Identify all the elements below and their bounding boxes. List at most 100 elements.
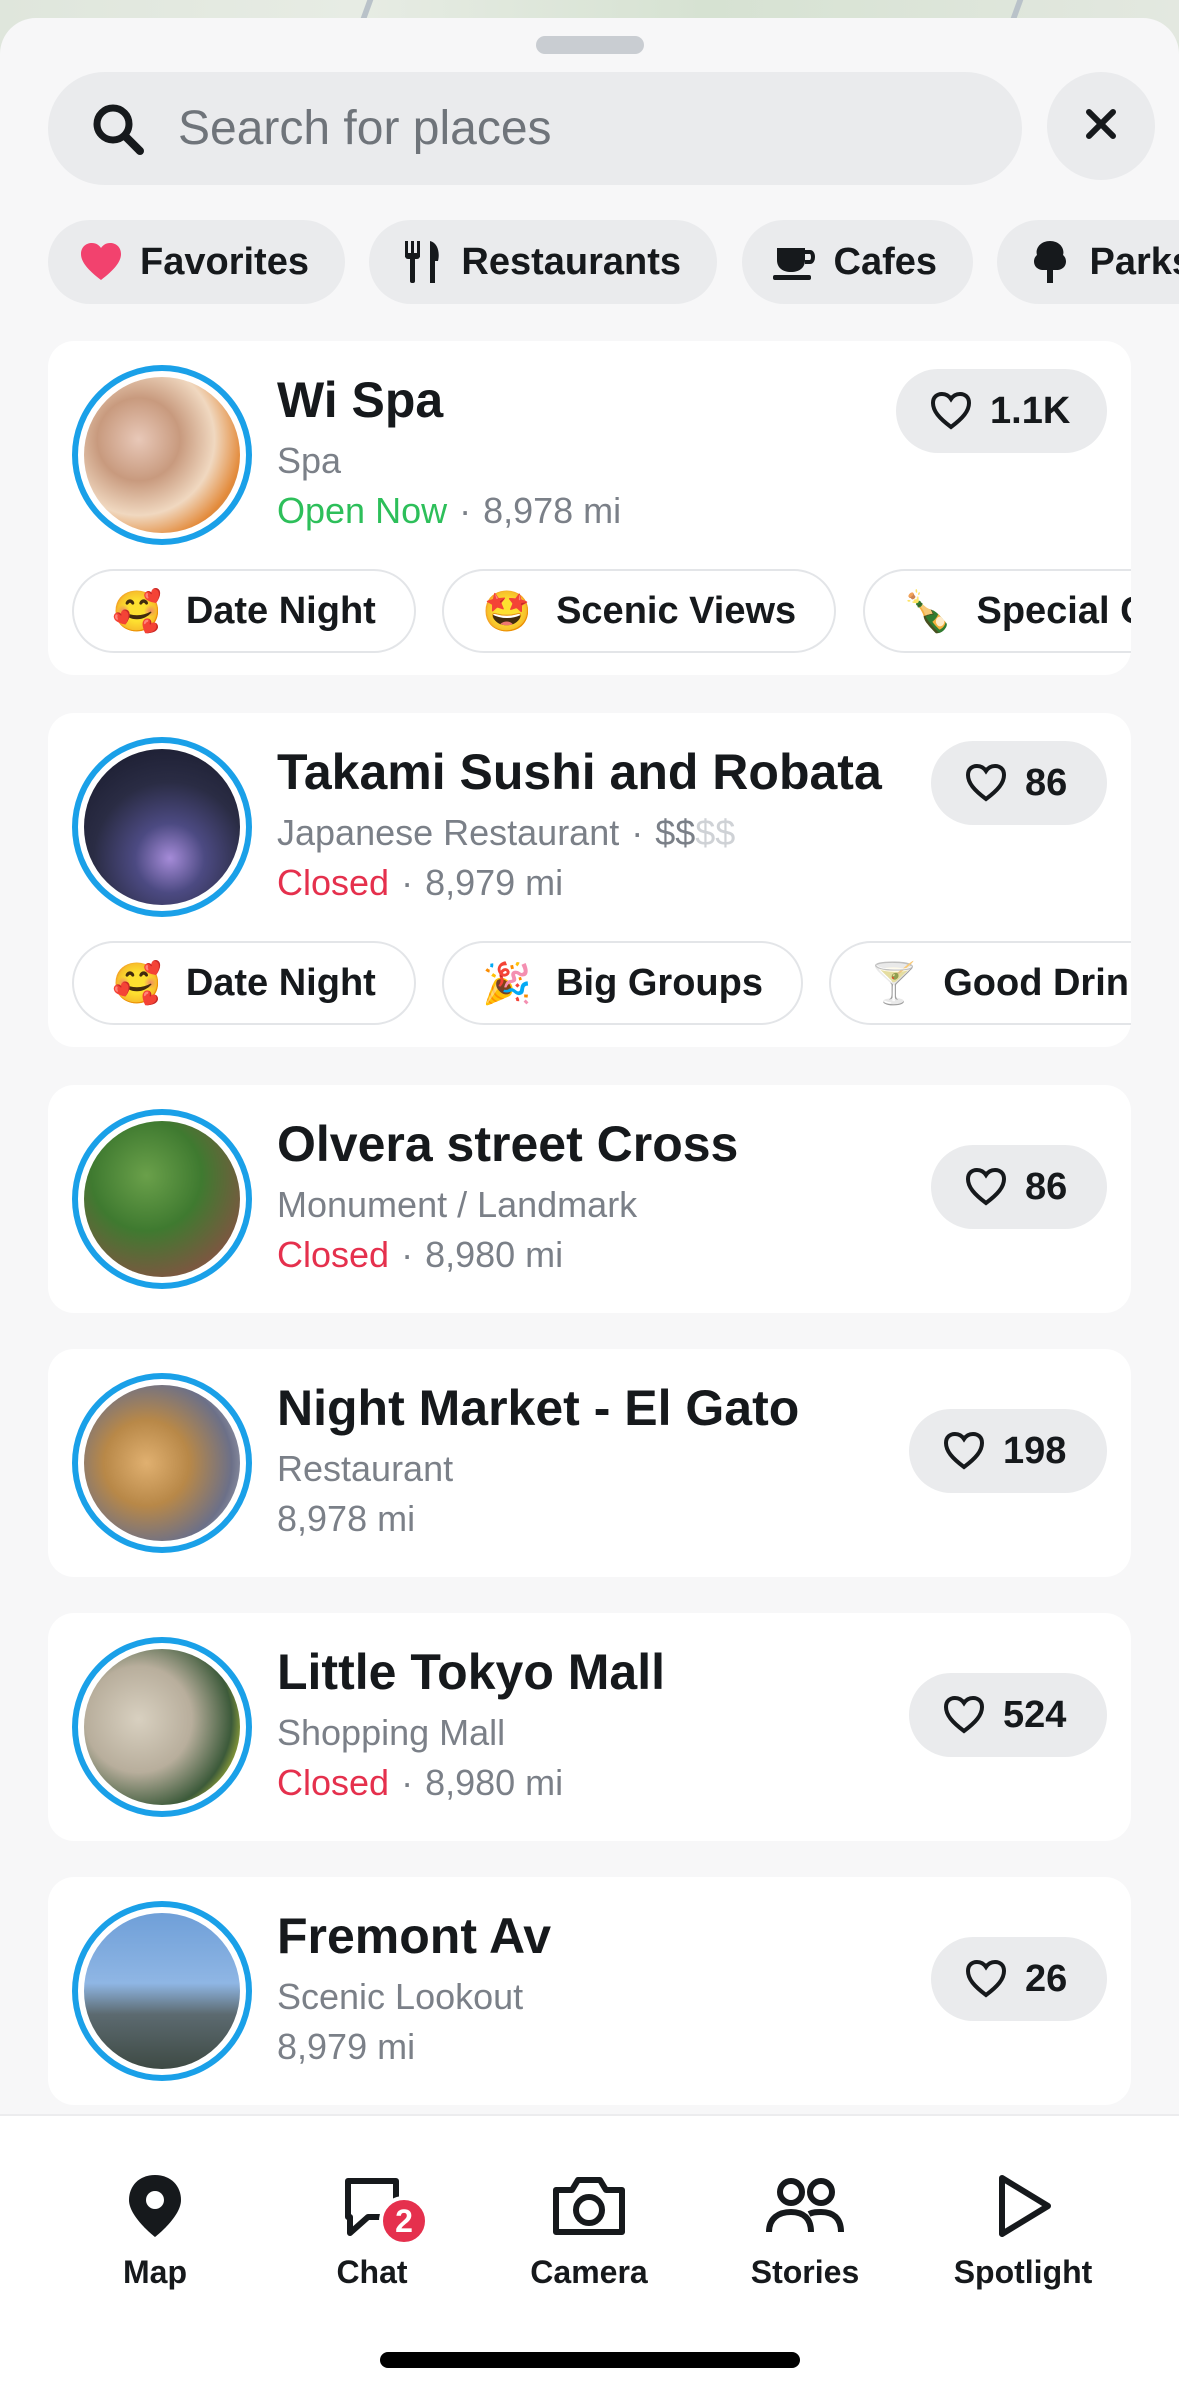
- place-status-line: Closed · 8,979 mi: [277, 862, 564, 903]
- place-name: Little Tokyo Mall: [277, 1644, 665, 1700]
- place-category: Scenic Lookout: [277, 1976, 524, 2017]
- place-name: Night Market - El Gato: [277, 1380, 800, 1436]
- place-status-line: Open Now · 8,978 mi: [277, 490, 622, 531]
- place-avatar: [72, 737, 252, 917]
- place-avatar: [72, 365, 252, 545]
- tab-label: Spotlight: [953, 2254, 1093, 2290]
- place-category: Monument / Landmark: [277, 1184, 638, 1225]
- like-button[interactable]: 1.1K: [896, 369, 1107, 453]
- place-distance: 8,979 mi: [277, 2026, 416, 2067]
- place-distance: 8,979 mi: [425, 862, 564, 903]
- like-button[interactable]: 524: [909, 1673, 1107, 1757]
- place-status: Closed: [277, 1762, 390, 1803]
- close-button[interactable]: [1047, 72, 1155, 180]
- like-button[interactable]: 86: [931, 1145, 1107, 1229]
- tag-label: Date Night: [185, 589, 376, 632]
- price-level: $$: [655, 812, 696, 853]
- tag-label: Good Drinks: [943, 961, 1131, 1004]
- play-icon: [938, 2166, 1108, 2246]
- chat-unread-badge: 2: [379, 2196, 429, 2246]
- fork-knife-icon: [399, 239, 445, 285]
- home-indicator: [380, 2352, 800, 2368]
- like-button[interactable]: 26: [931, 1937, 1107, 2021]
- place-status: Open Now: [277, 490, 448, 531]
- place-status: Closed: [277, 1234, 390, 1275]
- tag-chip[interactable]: 🥰 Date Night: [72, 941, 416, 1025]
- tag-label: Scenic Views: [556, 589, 797, 632]
- tag-emoji: 🥰: [112, 960, 162, 1007]
- tab-stories[interactable]: Stories: [720, 2166, 890, 2291]
- place-name: Fremont Av: [277, 1908, 552, 1964]
- tag-label: Date Night: [185, 961, 376, 1004]
- place-distance: 8,978 mi: [277, 1498, 416, 1539]
- tab-map[interactable]: Map: [70, 2166, 240, 2291]
- place-name: Olvera street Cross: [277, 1116, 739, 1172]
- place-avatar: [72, 1637, 252, 1817]
- filter-cafes[interactable]: Cafes: [741, 220, 974, 304]
- tag-emoji: 🎉: [482, 960, 533, 1007]
- place-avatar: [72, 1109, 252, 1289]
- place-distance: 8,980 mi: [425, 1234, 564, 1275]
- like-count: 86: [1025, 1165, 1068, 1208]
- places-sheet: Search for places Favorites Restaurants …: [0, 18, 1179, 2396]
- heart-outline-icon: [965, 763, 1007, 802]
- tab-chat[interactable]: 2 Chat: [287, 2166, 457, 2291]
- filter-favorites[interactable]: Favorites: [48, 220, 345, 304]
- tag-emoji: 🤩: [482, 588, 533, 635]
- place-distance: 8,980 mi: [425, 1762, 564, 1803]
- sheet-grabber[interactable]: [536, 36, 644, 54]
- close-icon: [1085, 108, 1117, 145]
- like-count: 524: [1003, 1693, 1067, 1736]
- coffee-cup-icon: [772, 239, 818, 285]
- tab-label: Map: [123, 2254, 187, 2290]
- filter-restaurants[interactable]: Restaurants: [369, 220, 718, 304]
- place-card-wi-spa[interactable]: Wi Spa Spa Open Now · 8,978 mi 1.1K 🥰 Date …: [48, 341, 1131, 675]
- tab-camera[interactable]: Camera: [504, 2166, 674, 2291]
- heart-outline-icon: [943, 1695, 985, 1734]
- heart-icon: [78, 239, 124, 285]
- place-distance: 8,978 mi: [483, 490, 622, 531]
- place-avatar: [72, 1901, 252, 2081]
- place-card-takami-sushi[interactable]: Takami Sushi and Robata Japanese Restaur…: [48, 713, 1131, 1047]
- like-count: 86: [1025, 761, 1068, 804]
- filter-parks[interactable]: Parks: [997, 220, 1179, 304]
- search-placeholder: Search for places: [178, 102, 552, 155]
- place-category-line: Japanese Restaurant · $$$$: [277, 812, 736, 853]
- heart-outline-icon: [965, 1167, 1007, 1206]
- heart-outline-icon: [965, 1959, 1007, 1998]
- tag-emoji: 🍸: [869, 960, 920, 1007]
- place-category: Restaurant: [277, 1448, 454, 1489]
- tab-label: Chat: [336, 2254, 408, 2290]
- like-count: 1.1K: [990, 389, 1071, 432]
- heart-outline-icon: [943, 1431, 985, 1470]
- tag-chip[interactable]: 🤩 Scenic Views: [442, 569, 837, 653]
- search-input[interactable]: Search for places: [48, 72, 1022, 185]
- place-category: Japanese Restaurant: [277, 812, 620, 853]
- tag-emoji: 🥰: [112, 588, 162, 635]
- tag-chip[interactable]: 🍸 Good Drinks: [829, 941, 1131, 1025]
- map-pin-icon: [70, 2166, 240, 2246]
- place-card-olvera-street-cross[interactable]: Olvera street Cross Monument / Landmark …: [48, 1085, 1131, 1313]
- place-status-line: Closed · 8,980 mi: [277, 1234, 564, 1275]
- tab-label: Camera: [530, 2254, 648, 2290]
- like-button[interactable]: 198: [909, 1409, 1107, 1493]
- like-button[interactable]: 86: [931, 741, 1107, 825]
- place-name: Takami Sushi and Robata: [277, 744, 882, 800]
- place-card-fremont-av[interactable]: Fremont Av Scenic Lookout 8,979 mi 26: [48, 1877, 1131, 2105]
- tag-chip[interactable]: 🥰 Date Night: [72, 569, 416, 653]
- heart-outline-icon: [930, 391, 972, 430]
- tab-spotlight[interactable]: Spotlight: [938, 2166, 1108, 2291]
- filter-chips: Favorites Restaurants Cafes Parks: [48, 220, 1179, 304]
- place-card-little-tokyo-mall[interactable]: Little Tokyo Mall Shopping Mall Closed · 8…: [48, 1613, 1131, 1841]
- like-count: 198: [1003, 1429, 1067, 1472]
- place-category: Spa: [277, 440, 342, 481]
- place-card-night-market[interactable]: Night Market - El Gato Restaurant 8,978 …: [48, 1349, 1131, 1577]
- tag-chip[interactable]: 🍾 Special Occasions: [862, 569, 1131, 653]
- tag-chip[interactable]: 🎉 Big Groups: [442, 941, 803, 1025]
- filter-label: Parks: [1089, 240, 1179, 283]
- place-name: Wi Spa: [277, 372, 444, 428]
- tag-label: Special Occasions: [976, 589, 1131, 632]
- tree-icon: [1027, 239, 1073, 285]
- place-status-line: Closed · 8,980 mi: [277, 1762, 564, 1803]
- price-level-rest: $$: [695, 812, 736, 853]
